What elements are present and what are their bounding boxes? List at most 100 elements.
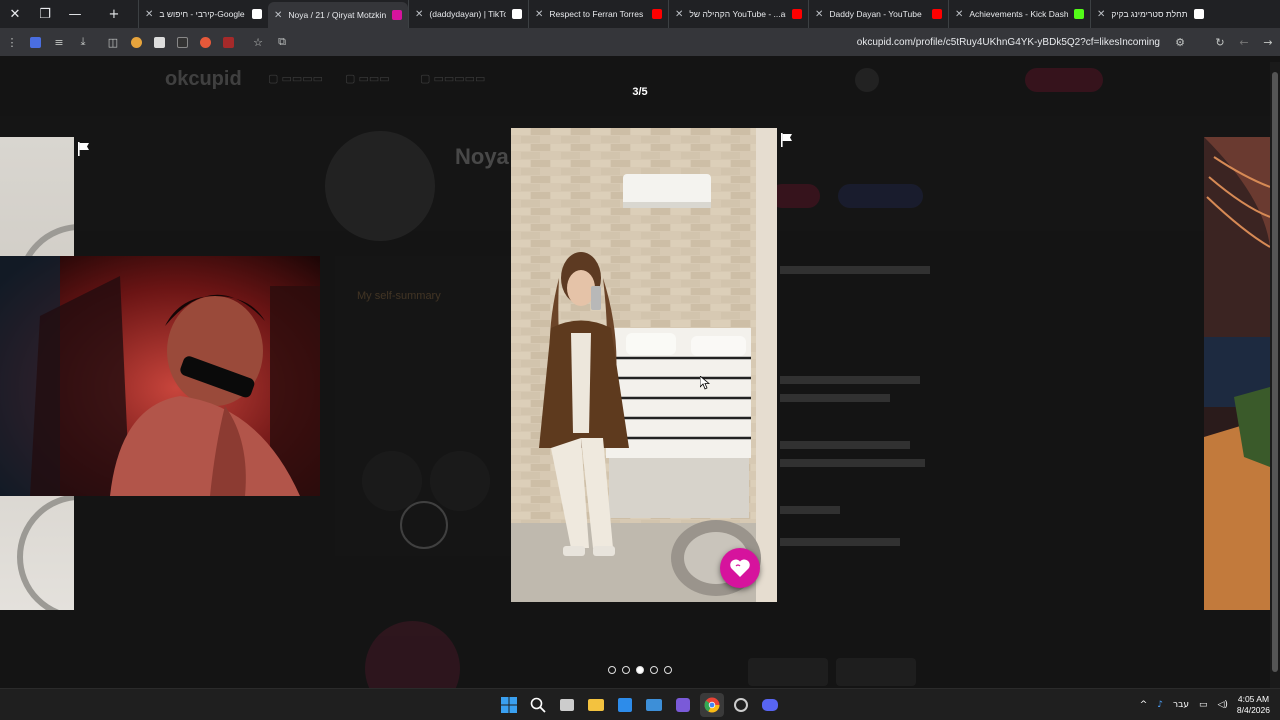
browser-tab[interactable]: ✕ Respect to Ferran Torres: [528, 0, 668, 28]
reading-list-icon[interactable]: ≡: [47, 28, 71, 56]
extension-icon[interactable]: [30, 36, 41, 48]
photo-pagination: [0, 666, 1280, 674]
bookmark-star-icon[interactable]: ☆: [246, 28, 270, 56]
current-photo[interactable]: [511, 128, 777, 602]
pagination-dot[interactable]: [636, 666, 644, 674]
tab-favicon-icon: [252, 9, 262, 19]
browser-tab[interactable]: ✕ Daddy Dayan - YouTube: [808, 0, 948, 28]
back-icon[interactable]: →: [1256, 28, 1280, 56]
tab-list: ✕ קירבי - חיפוש ב-Google ✕ Noya / 21 / Qiry…: [138, 0, 1280, 28]
forward-icon[interactable]: ←: [1232, 28, 1256, 56]
text-line: [780, 459, 925, 467]
file-explorer-button[interactable]: [584, 693, 608, 717]
browser-tab[interactable]: ✕ (daddydayan) | TikTok(65): [408, 0, 528, 28]
current-photo-image: [511, 128, 777, 602]
photos-button[interactable]: [642, 693, 666, 717]
url-text: okcupid.com/profile/c5tRuy4UKhnG4YK-yBDk…: [856, 36, 1160, 48]
start-button[interactable]: [497, 693, 521, 717]
nav-item: ▢ ▭▭▭▭▭: [420, 73, 486, 85]
promo-graphic: [365, 621, 460, 688]
browser-tab[interactable]: ✕ Achievements - Kick Dashboard: [948, 0, 1090, 28]
tab-title: Daddy Dayan - YouTube: [829, 9, 922, 19]
folder-icon: [588, 699, 604, 711]
close-tab-icon[interactable]: ✕: [535, 9, 543, 20]
page-scrollbar[interactable]: [1270, 62, 1280, 688]
new-tab-button[interactable]: +: [90, 0, 138, 28]
restore-window-icon[interactable]: ❐: [30, 0, 60, 28]
message-button: [838, 184, 923, 208]
download-icon[interactable]: ⤓: [71, 28, 95, 56]
text-line: [780, 538, 900, 546]
text-line: [780, 506, 840, 514]
network-icon[interactable]: ▭: [1199, 700, 1208, 710]
tab-favicon-icon: [1194, 9, 1204, 19]
tab-favicon-icon: [932, 9, 942, 19]
pagination-dot[interactable]: [622, 666, 630, 674]
tab-favicon-icon: [652, 9, 662, 19]
extensions-icon[interactable]: ◫: [101, 28, 125, 56]
show-hidden-icons-icon[interactable]: ^: [1140, 700, 1148, 710]
clock-date: 8/4/2026: [1236, 705, 1270, 715]
minimize-window-icon[interactable]: —: [60, 0, 90, 28]
text-line: [780, 441, 910, 449]
site-settings-icon[interactable]: ⚙: [1168, 28, 1192, 56]
close-tab-icon[interactable]: ✕: [1097, 9, 1105, 20]
close-tab-icon[interactable]: ✕: [675, 9, 683, 20]
text-line: [780, 394, 890, 402]
photos-icon: [646, 699, 662, 711]
volume-icon[interactable]: ◁): [1217, 700, 1227, 710]
discord-button[interactable]: [758, 693, 782, 717]
close-tab-icon[interactable]: ✕: [274, 10, 282, 21]
close-tab-icon[interactable]: ✕: [145, 9, 153, 20]
text-line: [780, 376, 920, 384]
report-flag-icon[interactable]: [77, 142, 91, 156]
task-view-icon: [560, 699, 574, 711]
report-flag-icon[interactable]: [780, 133, 794, 147]
previous-photo-image: [0, 256, 320, 496]
previous-photo[interactable]: [0, 256, 320, 496]
close-window-icon[interactable]: ✕: [0, 0, 30, 28]
app-button[interactable]: [729, 693, 753, 717]
microphone-icon[interactable]: ♪: [1157, 700, 1163, 710]
install-app-icon[interactable]: ⧉: [270, 28, 294, 56]
store-button[interactable]: [613, 693, 637, 717]
pagination-dot[interactable]: [608, 666, 616, 674]
mouse-cursor-icon: [700, 376, 710, 390]
clock[interactable]: 4:05 AM 8/4/2026: [1237, 694, 1270, 716]
store-icon: [618, 698, 632, 712]
task-view-button[interactable]: [555, 693, 579, 717]
app-button[interactable]: [671, 693, 695, 717]
nav-item: ▢ ▭▭▭: [345, 73, 390, 85]
close-tab-icon[interactable]: ✕: [955, 9, 963, 20]
browser-tab[interactable]: ✕ הקהילה של YouTube - ...an: [668, 0, 808, 28]
language-indicator[interactable]: עבר: [1173, 700, 1189, 710]
more-menu-icon[interactable]: ⋮: [0, 28, 24, 56]
address-bar[interactable]: okcupid.com/profile/c5tRuy4UKhnG4YK-yBDk…: [310, 32, 1192, 52]
pagination-dot[interactable]: [650, 666, 658, 674]
close-tab-icon[interactable]: ✕: [815, 9, 823, 20]
search-button[interactable]: [526, 693, 550, 717]
tab-title: התחלת סטרימינג בקיק: [1111, 9, 1188, 19]
scrollbar-thumb[interactable]: [1272, 72, 1278, 672]
browser-tab[interactable]: ✕ התחלת סטרימינג בקיק: [1090, 0, 1210, 28]
discord-icon: [762, 699, 778, 711]
extension-icon[interactable]: [200, 36, 211, 48]
windows-taskbar: ^ ♪ עבר ▭ ◁) 4:05 AM 8/4/2026: [0, 688, 1280, 720]
pagination-dot[interactable]: [664, 666, 672, 674]
next-photo-edge[interactable]: [1204, 137, 1270, 610]
extension-icon[interactable]: [154, 36, 165, 48]
extension-icon[interactable]: [131, 36, 142, 48]
extension-icon[interactable]: [177, 36, 188, 48]
browser-tab[interactable]: ✕ קירבי - חיפוש ב-Google: [138, 0, 268, 28]
reload-icon[interactable]: ↻: [1208, 28, 1232, 56]
tab-title: (daddydayan) | TikTok(65): [429, 9, 506, 19]
like-photo-button[interactable]: [720, 548, 760, 588]
match-avatar: [362, 451, 422, 511]
tab-title: Noya / 21 / Qiryat Motzkin: [288, 10, 386, 20]
match-avatar: [430, 451, 490, 511]
browser-tab[interactable]: ✕ Noya / 21 / Qiryat Motzkin: [268, 2, 408, 28]
extension-icon[interactable]: [223, 36, 234, 48]
close-tab-icon[interactable]: ✕: [415, 9, 423, 20]
chrome-button[interactable]: [700, 693, 724, 717]
tab-title: קירבי - חיפוש ב-Google: [159, 9, 245, 19]
